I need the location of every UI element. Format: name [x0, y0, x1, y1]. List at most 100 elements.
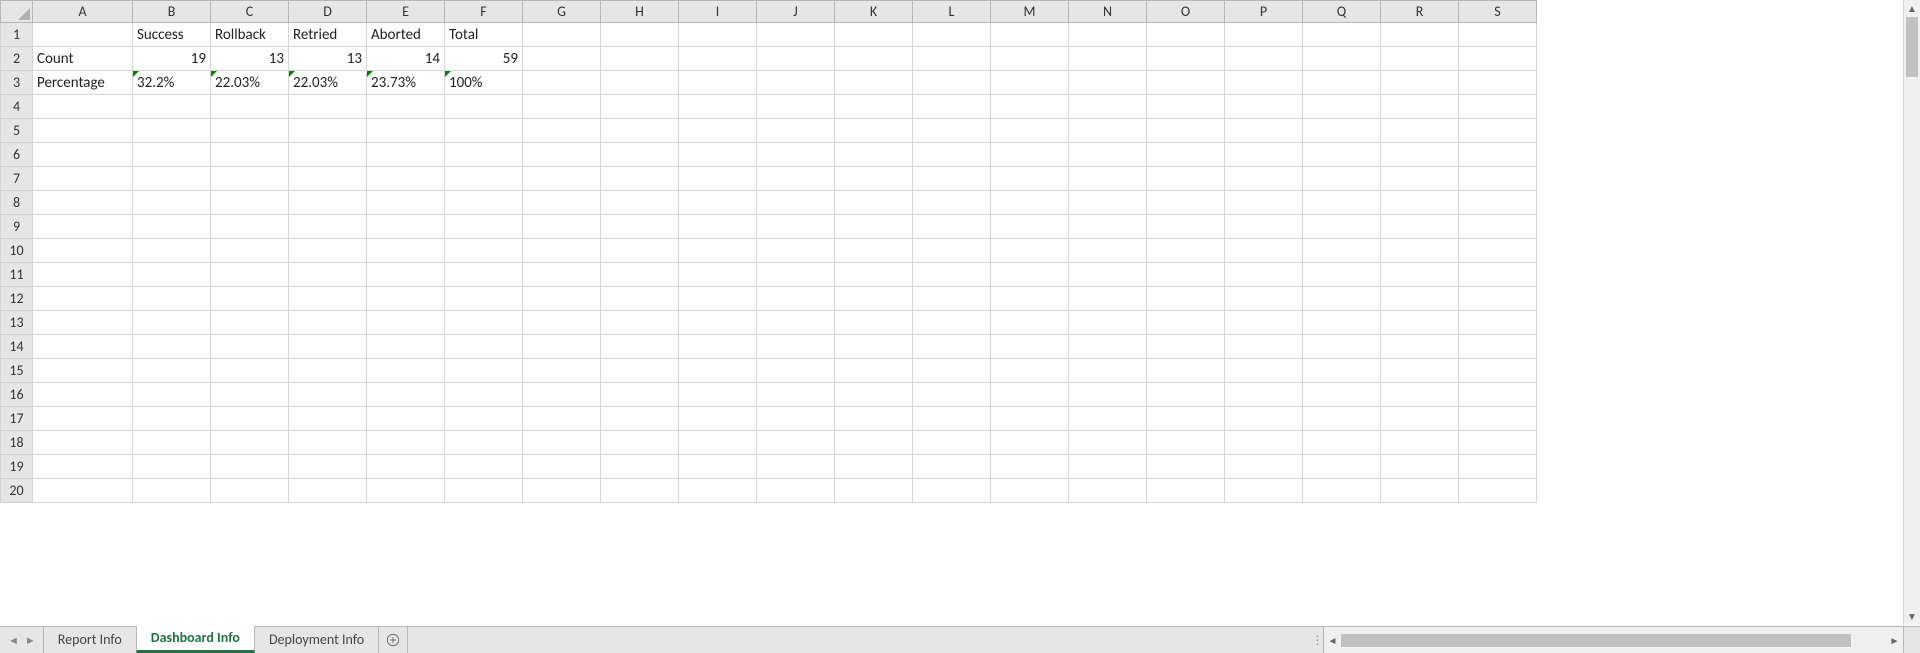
cell[interactable] — [1069, 359, 1147, 383]
column-header[interactable]: R — [1381, 1, 1459, 23]
cell[interactable] — [33, 335, 133, 359]
cell[interactable] — [445, 119, 523, 143]
cell[interactable] — [1303, 311, 1381, 335]
sheet-tab[interactable]: Report Info — [43, 627, 137, 653]
cell[interactable] — [601, 479, 679, 503]
cell[interactable] — [1459, 71, 1537, 95]
cell[interactable] — [1147, 431, 1225, 455]
cell[interactable] — [913, 23, 991, 47]
cell[interactable] — [367, 479, 445, 503]
cell[interactable] — [289, 239, 367, 263]
cell[interactable] — [1147, 455, 1225, 479]
cell[interactable] — [679, 407, 757, 431]
cell[interactable] — [367, 407, 445, 431]
row-header[interactable]: 18 — [1, 431, 33, 455]
cell[interactable] — [367, 119, 445, 143]
cell[interactable] — [1381, 23, 1459, 47]
cell[interactable] — [913, 431, 991, 455]
cell[interactable] — [1069, 455, 1147, 479]
cell[interactable] — [913, 47, 991, 71]
scroll-right-button[interactable]: ► — [1886, 632, 1903, 649]
cell[interactable] — [835, 335, 913, 359]
cell[interactable] — [523, 263, 601, 287]
cell[interactable]: Success — [133, 23, 211, 47]
cell[interactable] — [913, 359, 991, 383]
cell[interactable] — [133, 119, 211, 143]
cell[interactable] — [679, 383, 757, 407]
cell[interactable] — [1381, 311, 1459, 335]
cell[interactable] — [679, 167, 757, 191]
cell[interactable] — [1069, 191, 1147, 215]
cell[interactable] — [913, 143, 991, 167]
cell[interactable] — [913, 479, 991, 503]
cell[interactable] — [523, 95, 601, 119]
cell[interactable] — [1381, 383, 1459, 407]
cell[interactable] — [601, 119, 679, 143]
cell[interactable] — [1147, 167, 1225, 191]
cell[interactable] — [211, 143, 289, 167]
cell[interactable] — [1459, 479, 1537, 503]
cell[interactable] — [1225, 383, 1303, 407]
cell[interactable] — [1303, 335, 1381, 359]
cell[interactable] — [289, 335, 367, 359]
cell[interactable] — [991, 23, 1069, 47]
cell[interactable] — [757, 287, 835, 311]
cell[interactable]: 13 — [289, 47, 367, 71]
row-header[interactable]: 5 — [1, 119, 33, 143]
vscroll-track[interactable] — [1904, 17, 1920, 608]
row-header[interactable]: 7 — [1, 167, 33, 191]
cell[interactable] — [757, 239, 835, 263]
column-header[interactable]: J — [757, 1, 835, 23]
cell[interactable] — [133, 143, 211, 167]
cell[interactable] — [913, 383, 991, 407]
cell[interactable] — [757, 455, 835, 479]
cell[interactable] — [835, 239, 913, 263]
cell[interactable] — [835, 119, 913, 143]
cell[interactable] — [1459, 311, 1537, 335]
column-header[interactable]: K — [835, 1, 913, 23]
cell[interactable] — [1381, 119, 1459, 143]
cell[interactable] — [367, 311, 445, 335]
cell[interactable] — [1225, 311, 1303, 335]
cell[interactable] — [33, 479, 133, 503]
cell[interactable] — [211, 407, 289, 431]
cell[interactable] — [991, 215, 1069, 239]
cell[interactable] — [289, 383, 367, 407]
cell[interactable] — [601, 407, 679, 431]
cell[interactable] — [601, 287, 679, 311]
cell[interactable] — [367, 167, 445, 191]
cell[interactable] — [1381, 287, 1459, 311]
cell[interactable] — [211, 359, 289, 383]
cell[interactable] — [211, 431, 289, 455]
cell[interactable] — [1459, 335, 1537, 359]
cell[interactable] — [601, 335, 679, 359]
cell[interactable] — [1459, 455, 1537, 479]
vscroll-thumb[interactable] — [1906, 17, 1918, 77]
cell[interactable] — [1225, 335, 1303, 359]
cell[interactable] — [289, 359, 367, 383]
cell[interactable] — [289, 191, 367, 215]
cell[interactable] — [1303, 431, 1381, 455]
cell[interactable] — [601, 47, 679, 71]
cell[interactable] — [523, 119, 601, 143]
cell[interactable] — [1147, 263, 1225, 287]
cell[interactable] — [991, 95, 1069, 119]
cell[interactable] — [523, 359, 601, 383]
cell[interactable] — [211, 119, 289, 143]
cell[interactable] — [1069, 383, 1147, 407]
row-header[interactable]: 2 — [1, 47, 33, 71]
cell[interactable] — [211, 479, 289, 503]
cell[interactable] — [913, 455, 991, 479]
cell[interactable] — [367, 287, 445, 311]
horizontal-scrollbar[interactable]: ◄ ► — [1323, 627, 1903, 653]
cell[interactable] — [601, 455, 679, 479]
row-header[interactable]: 17 — [1, 407, 33, 431]
cell[interactable] — [33, 263, 133, 287]
cell[interactable] — [289, 431, 367, 455]
cell[interactable] — [211, 263, 289, 287]
cell[interactable] — [1225, 47, 1303, 71]
sheet-tab[interactable]: Deployment Info — [254, 627, 379, 653]
cell[interactable] — [991, 455, 1069, 479]
cell[interactable] — [289, 215, 367, 239]
cell[interactable] — [1381, 95, 1459, 119]
